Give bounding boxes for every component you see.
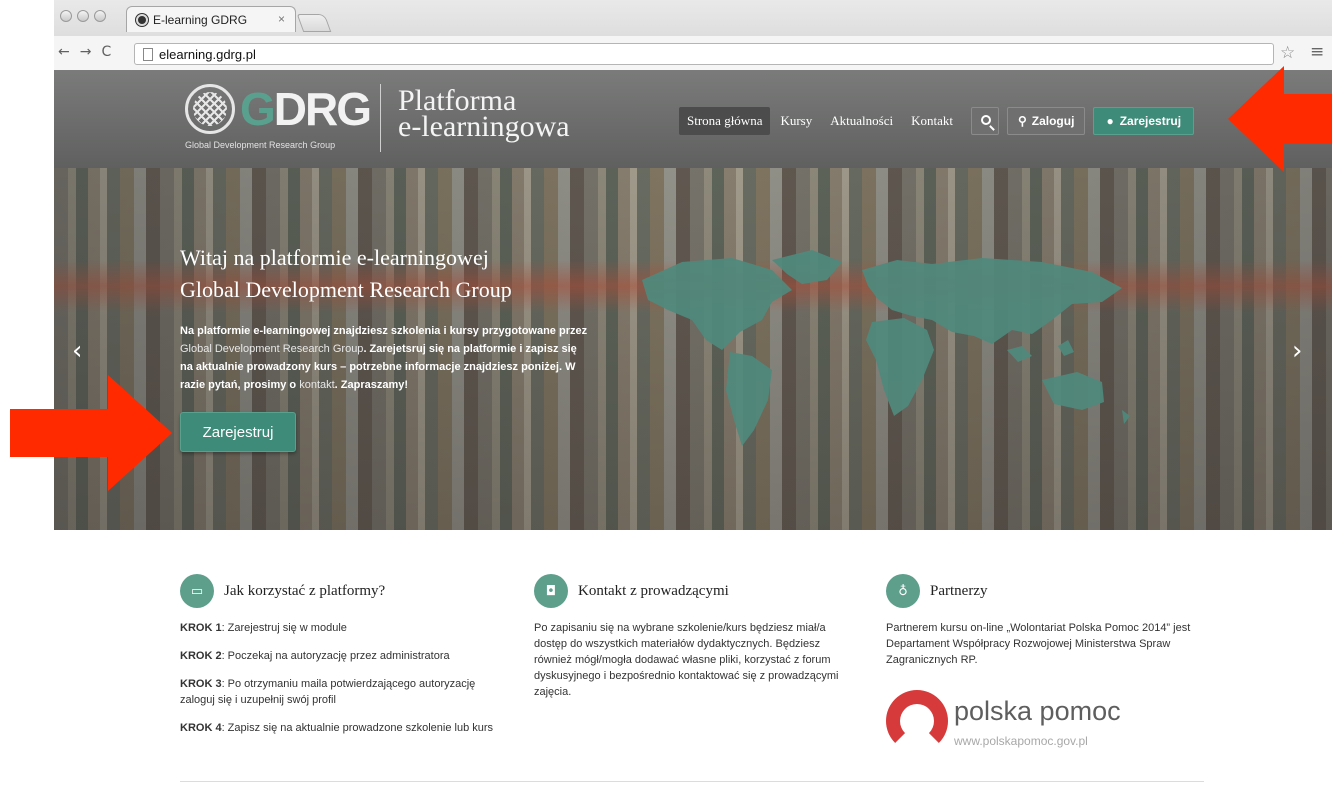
step-item: KROK 3: Po otrzymaniu maila potwierdzają… <box>180 678 476 706</box>
minimize-window-button[interactable] <box>77 10 89 22</box>
feature-contact: ◘ Kontakt z prowadzącymi Po zapisaniu si… <box>534 574 854 712</box>
new-tab-button[interactable] <box>296 14 332 32</box>
login-button[interactable]: ⚲ Zaloguj <box>1006 107 1086 135</box>
hero-title-line1: Witaj na platformie e-learningowej <box>180 245 489 270</box>
slider-prev-arrow[interactable]: ‹ <box>72 336 82 366</box>
feature-how-to-title: Jak korzystać z platformy? <box>224 582 386 599</box>
platform-title-line2: e-learningowa <box>398 110 570 143</box>
logo-letter-g: G <box>240 83 276 135</box>
feature-contact-title: Kontakt z prowadzącymi <box>578 582 729 599</box>
browser-chrome: E-learning GDRG × ← → C elearning.gdrg.p… <box>54 0 1332 70</box>
hero-title: Witaj na platformie e-learningowej Globa… <box>180 242 600 306</box>
window-controls <box>60 10 106 22</box>
close-window-button[interactable] <box>60 10 72 22</box>
user-icon: ● <box>1106 114 1114 128</box>
nav-item-contact[interactable]: Kontakt <box>903 107 961 135</box>
contact-link[interactable]: kontakt <box>299 379 334 391</box>
search-button[interactable] <box>970 107 999 135</box>
feature-partners: ♁ Partnerzy Partnerem kursu on-line „Wol… <box>886 574 1206 680</box>
address-url: elearning.gdrg.pl <box>159 47 256 62</box>
feature-partners-title: Partnerzy <box>930 582 988 599</box>
tab-close-button[interactable]: × <box>278 12 285 26</box>
annotation-arrow-top <box>1228 66 1332 172</box>
feature-how-to: ▭ Jak korzystać z platformy? KROK 1: Zar… <box>180 574 500 748</box>
address-bar[interactable]: elearning.gdrg.pl <box>134 43 1274 65</box>
polska-pomoc-ring-icon <box>886 690 948 752</box>
step-item: KROK 1: Zarejestruj się w module <box>180 622 347 634</box>
hero-description: Na platformie e-learningowej znajdziesz … <box>180 325 588 391</box>
main-nav: Strona główna Kursy Aktualności Kontakt … <box>679 107 1195 135</box>
gdrg-logo[interactable]: GDRG Global Development Research Group <box>185 82 375 152</box>
chat-icon: ◘ <box>534 574 568 608</box>
key-icon: ⚲ <box>1017 114 1027 128</box>
world-map-illustration <box>642 250 1130 446</box>
browser-tab[interactable]: E-learning GDRG × <box>126 6 296 32</box>
login-label: Zaloguj <box>1031 114 1075 128</box>
forward-button[interactable]: → <box>80 44 92 60</box>
favicon-icon <box>136 14 148 26</box>
register-button-hero[interactable]: Zarejestruj <box>180 412 296 452</box>
reload-button[interactable]: C <box>101 44 111 60</box>
annotation-arrow-hero <box>10 375 172 491</box>
hero-slider: Witaj na platformie e-learningowej Globa… <box>54 168 1332 530</box>
nav-item-home[interactable]: Strona główna <box>679 107 771 135</box>
logo-subtitle: Global Development Research Group <box>185 140 336 150</box>
slider-next-arrow[interactable]: › <box>1292 336 1302 366</box>
page-icon <box>143 48 153 61</box>
partners-icon: ♁ <box>886 574 920 608</box>
site-header: GDRG Global Development Research Group P… <box>54 70 1332 168</box>
tab-title: E-learning GDRG <box>153 13 248 27</box>
header-divider <box>380 84 381 152</box>
browser-toolbar: ← → C elearning.gdrg.pl ☆ ≡ <box>54 36 1332 70</box>
step-item: KROK 2: Poczekaj na autoryzację przez ad… <box>180 650 450 662</box>
feature-contact-body: Po zapisaniu się na wybrane szkolenie/ku… <box>534 622 839 698</box>
register-label-header: Zarejestruj <box>1119 114 1182 128</box>
platform-title: Platforma e-learningowa <box>398 86 570 143</box>
footer-divider <box>180 781 1204 782</box>
search-icon <box>980 115 991 125</box>
hero-title-line2: Global Development Research Group <box>180 277 512 302</box>
laptop-icon: ▭ <box>180 574 214 608</box>
nav-item-news[interactable]: Aktualności <box>822 107 901 135</box>
bookmark-star-icon[interactable]: ☆ <box>1280 45 1295 62</box>
logo-letters: DRG <box>273 83 372 135</box>
menu-icon[interactable]: ≡ <box>1310 44 1324 61</box>
zoom-window-button[interactable] <box>94 10 106 22</box>
polska-pomoc-logo[interactable]: polska pomoc www.polskapomoc.gov.pl <box>886 690 1126 760</box>
globe-icon <box>185 84 235 134</box>
gdrg-link[interactable]: Global Development Research Group <box>180 343 363 355</box>
back-button[interactable]: ← <box>58 44 70 60</box>
step-item: KROK 4: Zapisz się na aktualnie prowadzo… <box>180 722 494 734</box>
feature-partners-body: Partnerem kursu on-line „Wolontariat Pol… <box>886 622 1191 666</box>
nav-item-courses[interactable]: Kursy <box>772 107 820 135</box>
polska-pomoc-url: www.polskapomoc.gov.pl <box>954 734 1088 748</box>
register-button-header[interactable]: ● Zarejestruj <box>1093 107 1195 135</box>
polska-pomoc-text: polska pomoc <box>954 696 1121 726</box>
